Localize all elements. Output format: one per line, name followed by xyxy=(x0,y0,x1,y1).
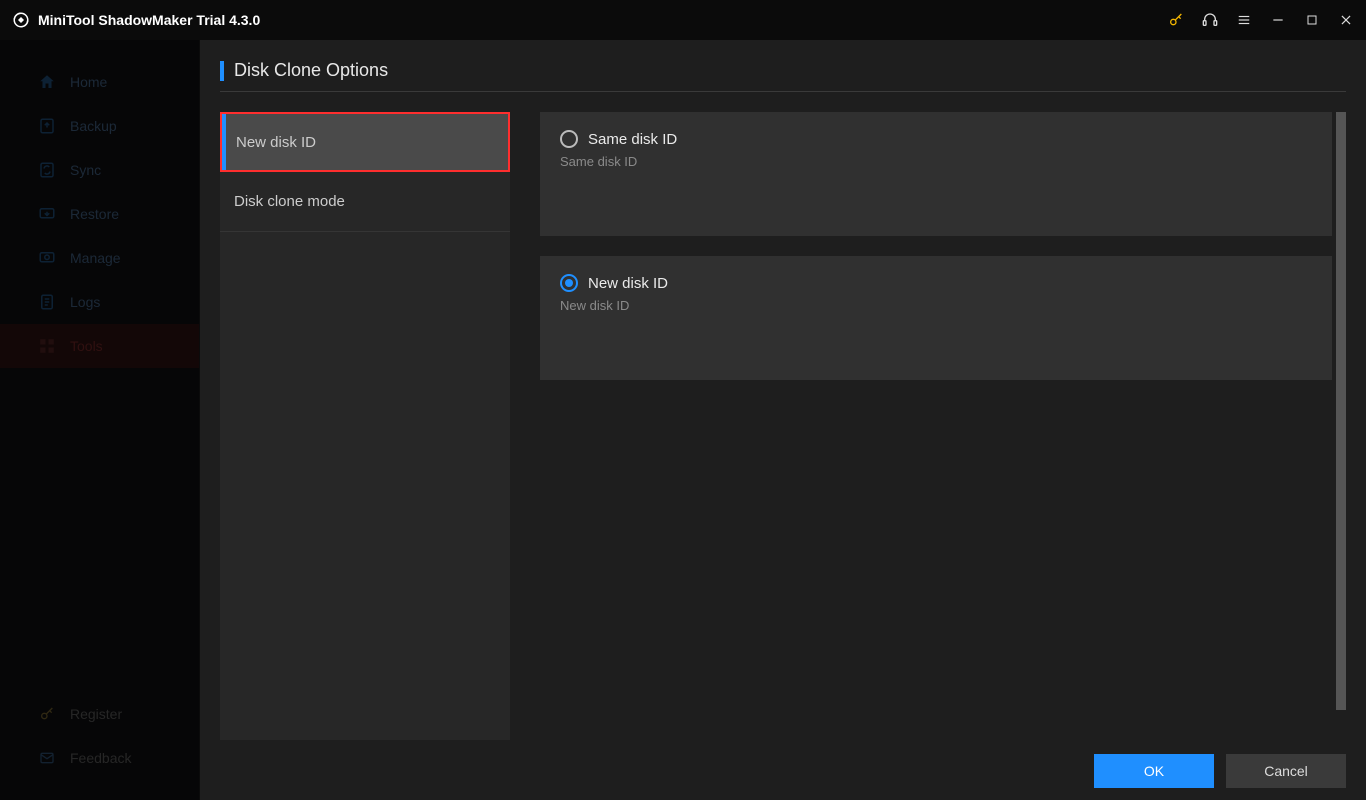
maximize-icon[interactable] xyxy=(1304,12,1320,28)
page-title: Disk Clone Options xyxy=(234,60,388,81)
card-desc: New disk ID xyxy=(560,298,1312,313)
sidebar-item-manage[interactable]: Manage xyxy=(0,236,199,280)
sidebar-item-home[interactable]: Home xyxy=(0,60,199,104)
sidebar-bottom: Register Feedback xyxy=(0,692,199,800)
sync-icon xyxy=(38,161,56,179)
page-header: Disk Clone Options xyxy=(220,60,1346,92)
sidebar-bottom-label: Register xyxy=(70,706,122,722)
main-panel: Disk Clone Options New disk ID Disk clon… xyxy=(200,40,1366,800)
sidebar-bottom-label: Feedback xyxy=(70,750,131,766)
detail-panel: Same disk ID Same disk ID New disk ID Ne… xyxy=(540,112,1346,740)
card-title: Same disk ID xyxy=(588,131,677,148)
tools-icon xyxy=(38,337,56,355)
menu-icon[interactable] xyxy=(1236,12,1252,28)
option-list: New disk ID Disk clone mode xyxy=(220,112,510,740)
card-row: New disk ID xyxy=(560,274,1312,292)
sidebar-item-label: Sync xyxy=(70,162,101,178)
sidebar-item-logs[interactable]: Logs xyxy=(0,280,199,324)
sidebar-item-label: Home xyxy=(70,74,107,90)
sidebar-item-backup[interactable]: Backup xyxy=(0,104,199,148)
close-icon[interactable] xyxy=(1338,12,1354,28)
key-icon xyxy=(38,705,56,723)
titlebar: MiniTool ShadowMaker Trial 4.3.0 xyxy=(0,0,1366,40)
app-logo-icon xyxy=(12,11,30,29)
card-title: New disk ID xyxy=(588,275,668,292)
card-new-disk-id[interactable]: New disk ID New disk ID xyxy=(540,256,1332,380)
radio-same-disk-id[interactable] xyxy=(560,130,578,148)
option-label: New disk ID xyxy=(236,134,316,151)
manage-icon xyxy=(38,249,56,267)
option-label: Disk clone mode xyxy=(234,193,345,210)
sidebar-item-label: Manage xyxy=(70,250,121,266)
support-icon[interactable] xyxy=(1202,12,1218,28)
logs-icon xyxy=(38,293,56,311)
home-icon xyxy=(38,73,56,91)
ok-button[interactable]: OK xyxy=(1094,754,1214,788)
restore-icon xyxy=(38,205,56,223)
sidebar-register[interactable]: Register xyxy=(0,692,199,736)
cancel-button[interactable]: Cancel xyxy=(1226,754,1346,788)
scrollbar[interactable] xyxy=(1336,112,1346,710)
sidebar-item-tools[interactable]: Tools xyxy=(0,324,199,368)
license-key-icon[interactable] xyxy=(1168,12,1184,28)
card-row: Same disk ID xyxy=(560,130,1312,148)
app-body: Home Backup Sync Restore Manage Logs xyxy=(0,40,1366,800)
option-disk-clone-mode[interactable]: Disk clone mode xyxy=(220,172,510,232)
sidebar-item-sync[interactable]: Sync xyxy=(0,148,199,192)
sidebar-item-restore[interactable]: Restore xyxy=(0,192,199,236)
content-row: New disk ID Disk clone mode Same disk ID… xyxy=(220,112,1346,740)
sidebar: Home Backup Sync Restore Manage Logs xyxy=(0,40,200,800)
sidebar-item-label: Backup xyxy=(70,118,117,134)
card-desc: Same disk ID xyxy=(560,154,1312,169)
footer: OK Cancel xyxy=(220,740,1346,788)
sidebar-item-label: Tools xyxy=(70,338,103,354)
backup-icon xyxy=(38,117,56,135)
nav-list: Home Backup Sync Restore Manage Logs xyxy=(0,60,199,368)
titlebar-left: MiniTool ShadowMaker Trial 4.3.0 xyxy=(12,11,260,29)
radio-new-disk-id[interactable] xyxy=(560,274,578,292)
option-new-disk-id[interactable]: New disk ID xyxy=(220,112,510,172)
card-same-disk-id[interactable]: Same disk ID Same disk ID xyxy=(540,112,1332,236)
sidebar-item-label: Logs xyxy=(70,294,100,310)
page-header-accent xyxy=(220,61,224,81)
app-title: MiniTool ShadowMaker Trial 4.3.0 xyxy=(38,12,260,28)
sidebar-item-label: Restore xyxy=(70,206,119,222)
minimize-icon[interactable] xyxy=(1270,12,1286,28)
titlebar-controls xyxy=(1168,12,1354,28)
mail-icon xyxy=(38,749,56,767)
sidebar-feedback[interactable]: Feedback xyxy=(0,736,199,780)
